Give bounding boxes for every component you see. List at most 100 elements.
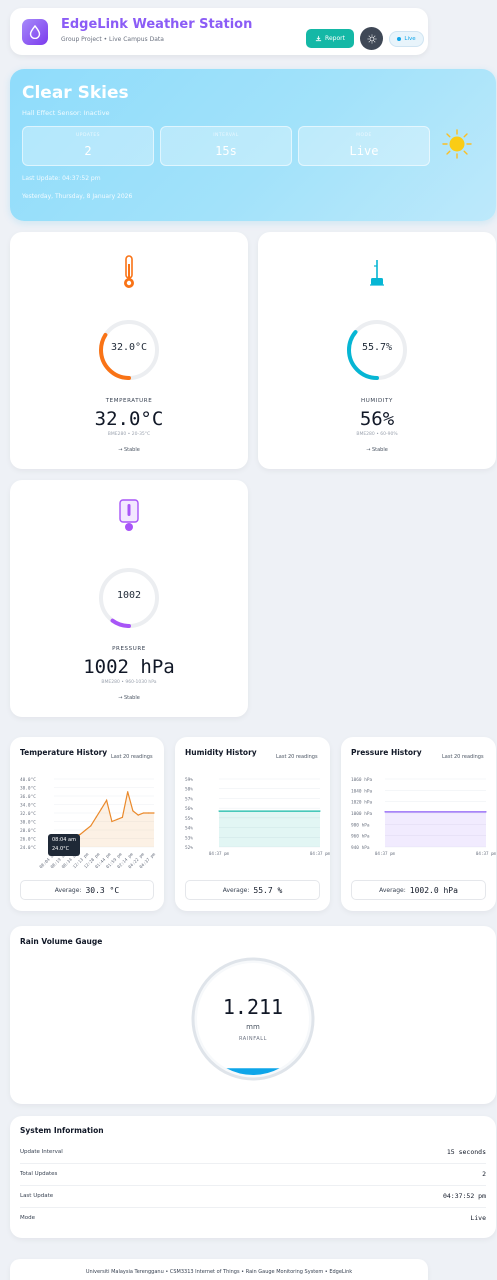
theme-toggle-button[interactable] <box>360 27 383 50</box>
system-information-card: System Information Update Interval 15 se… <box>10 1116 496 1238</box>
sensor-status: Hall Effect Sensor: Inactive <box>22 109 110 117</box>
average-value: 55.7 % <box>253 885 283 895</box>
tooltip-value: 24.0°C <box>52 846 70 852</box>
system-row-key: Last Update <box>20 1193 54 1199</box>
tooltip-time: 08:04 am <box>52 837 76 843</box>
humidity-history-chart: 59% 58% 57% 56% 55% 54% 53% 52% 04:37 pm 04:37 pm <box>185 777 330 856</box>
data-point <box>111 820 113 823</box>
page-footer: Universiti Malaysia Terengganu • CSM3313… <box>10 1259 428 1280</box>
system-row-value: 2 <box>482 1170 486 1178</box>
humidity-range: BME280 • 60-90% <box>356 432 398 437</box>
temperature-value: 32.0°C <box>94 408 164 430</box>
download-icon <box>315 35 322 42</box>
y-tick-label: 1020 hPa <box>351 800 373 806</box>
rain-gauge-title: Rain Volume Gauge <box>20 937 103 946</box>
humidity-history-card: Humidity History Last 20 readings 59% 58%… <box>175 737 330 911</box>
weather-condition-title: Clear Skies <box>22 83 129 103</box>
stat-value: 15s <box>215 144 237 158</box>
data-point <box>121 816 124 818</box>
weather-hero-panel: Clear Skies Hall Effect Sensor: Inactive… <box>10 69 496 221</box>
system-row: Total Updates 2 <box>20 1164 486 1186</box>
data-point <box>485 811 487 813</box>
pressure-gauge-text: 1002 <box>116 590 142 601</box>
humidity-trend: → Stable <box>366 447 388 453</box>
x-tick-label: 04:37 pm <box>310 851 330 856</box>
pressure-history-title: Pressure History <box>351 748 422 757</box>
y-tick-label: 980 hPa <box>351 822 370 828</box>
pressure-trend: → Stable <box>118 695 140 701</box>
y-tick-label: 58% <box>185 787 193 793</box>
temperature-history-chart: 40.0°C 38.0°C 36.0°C 34.0°C 32.0°C 30.0°C 28.0… <box>20 777 156 869</box>
system-row: Mode Live <box>20 1208 486 1230</box>
stat-label: UPDATES <box>75 133 101 138</box>
y-tick-label: 30.0°C <box>20 820 36 826</box>
average-label: Average: <box>54 886 82 894</box>
pressure-range: BME280 • 960-1030 hPa <box>101 680 157 685</box>
y-tick-label: 57% <box>185 796 193 802</box>
temperature-label: TEMPERATURE <box>105 398 153 404</box>
app-subtitle: Group Project • Live Campus Data <box>61 36 164 43</box>
y-tick-label: 54% <box>185 826 193 832</box>
temperature-history-card: Temperature History Last 20 readings 40.… <box>10 737 164 911</box>
system-row-key: Mode <box>20 1215 35 1221</box>
date-text: Yesterday, Thursday, 8 January 2026 <box>22 193 133 200</box>
temperature-gauge-text: 32.0°C <box>110 342 148 353</box>
temperature-history-subtitle: Last 20 readings <box>111 754 153 760</box>
live-dot-icon <box>397 37 402 41</box>
sun-icon <box>367 34 376 43</box>
interval-stat: INTERVAL 15s <box>160 126 292 166</box>
app-header: EdgeLink Weather Station Group Project •… <box>10 8 428 55</box>
report-button[interactable]: Report <box>306 29 354 48</box>
pressure-history-chart: 1060 hPa 1040 hPa 1020 hPa 1000 hPa 980 hPa 9… <box>351 777 496 856</box>
data-point <box>90 825 92 827</box>
y-tick-label: 52% <box>185 845 193 851</box>
live-toggle-button[interactable]: Live <box>389 31 424 47</box>
series-area <box>385 811 486 847</box>
stat-value: 2 <box>84 144 92 158</box>
data-point <box>142 812 145 814</box>
stat-value: Live <box>349 144 379 158</box>
y-tick-label: 28.0°C <box>20 828 36 834</box>
data-point <box>137 814 139 816</box>
data-point <box>116 818 118 820</box>
temperature-card: 32.0°C TEMPERATURE 32.0°C BME280 • 20-35… <box>10 232 248 469</box>
system-row-key: Update Interval <box>20 1149 63 1155</box>
thermometer-icon <box>121 254 137 294</box>
y-tick-label: 26.0°C <box>20 837 36 843</box>
droplet-icon <box>22 19 48 45</box>
data-point <box>153 812 155 814</box>
system-row-value: 04:37:52 pm <box>442 1192 486 1200</box>
data-point <box>218 810 220 812</box>
average-label: Average: <box>379 886 406 894</box>
barometer-icon <box>118 498 140 536</box>
data-point <box>79 833 81 835</box>
rain-unit: mm <box>246 1023 260 1031</box>
data-point <box>127 791 129 793</box>
y-tick-label: 24.0°C <box>20 845 36 851</box>
y-tick-label: 960 hPa <box>351 834 370 840</box>
temperature-range: BME280 • 20-35°C <box>107 432 151 437</box>
x-tick-label: 04:37 pm <box>209 851 230 856</box>
pressure-card: 1002 PRESSURE 1002 hPa BME280 • 960-1030… <box>10 480 248 717</box>
pressure-value: 1002 hPa <box>83 656 175 678</box>
series-area <box>219 811 320 847</box>
humidity-card: 55.7% HUMIDITY 56% BME280 • 60-90% → Sta… <box>258 232 496 469</box>
y-tick-label: 1040 hPa <box>351 788 373 794</box>
system-row: Update Interval 15 seconds <box>20 1142 486 1164</box>
y-tick-label: 40.0°C <box>20 777 36 783</box>
footer-text: Universiti Malaysia Terengganu • CSM3313… <box>85 1269 353 1275</box>
x-tick-label: 04:37 pm <box>375 851 396 856</box>
y-tick-label: 55% <box>185 816 193 822</box>
y-tick-label: 36.0°C <box>20 794 36 800</box>
data-point <box>132 810 134 812</box>
average-value: 1002.0 hPa <box>409 885 458 895</box>
system-row-value: 15 seconds <box>446 1148 486 1156</box>
average-value: 30.3 °C <box>85 885 120 895</box>
y-tick-label: 56% <box>185 806 193 812</box>
y-tick-label: 940 hPa <box>351 845 370 851</box>
y-tick-label: 53% <box>185 835 193 841</box>
humidity-value: 56% <box>359 408 395 430</box>
pressure-history-subtitle: Last 20 readings <box>442 754 484 760</box>
app-title: EdgeLink Weather Station <box>61 17 253 32</box>
humidity-history-subtitle: Last 20 readings <box>276 754 318 760</box>
